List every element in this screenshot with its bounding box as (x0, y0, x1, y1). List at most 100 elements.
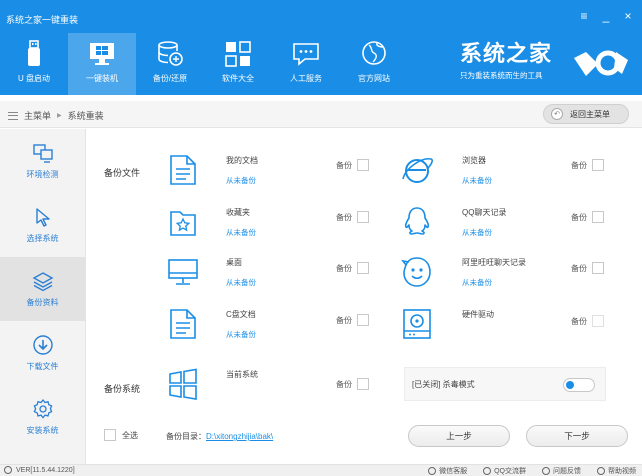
backup-label: 备份 (571, 263, 587, 273)
backup-directory-path-link[interactable]: D:\xitongzhijia\bak\ (206, 432, 273, 441)
info-icon (4, 466, 12, 474)
previous-step-button[interactable]: 上一步 (408, 425, 510, 447)
backup-checkbox-c-drive-documents[interactable] (357, 314, 369, 326)
layers-backup-icon (32, 272, 53, 292)
backup-directory: 备份目录：D:\xitongzhijia\bak\ (166, 431, 273, 442)
window-controls: ≡ _ × (578, 9, 634, 23)
backup-item-name: 硬件驱动 (462, 310, 494, 319)
top-navigation: U 盘启动 一键装机 备份/还原 软件大全 人工服务 官方网站 (0, 33, 408, 95)
nav-human-service[interactable]: 人工服务 (272, 33, 340, 95)
backup-label: 备份 (336, 212, 352, 222)
nav-label: 人工服务 (290, 74, 322, 83)
document-icon (170, 155, 196, 185)
app-grid-icon (225, 41, 251, 67)
window-menu-button[interactable]: ≡ (578, 9, 590, 23)
qq-penguin-icon (404, 207, 430, 235)
backup-item-name: 我的文档 (226, 156, 258, 165)
download-icon (32, 335, 53, 355)
backup-checkbox-row: 备份 (571, 315, 604, 327)
window-minimize-button[interactable]: _ (600, 9, 612, 23)
environment-check-icon (32, 144, 53, 163)
back-arrow-icon: ↶ (551, 108, 563, 120)
feedback-icon (542, 467, 550, 475)
backup-directory-label: 备份目录： (166, 432, 206, 441)
backup-checkbox-current-system[interactable] (357, 378, 369, 390)
sidebar-item-download-files[interactable]: 下载文件 (0, 321, 85, 385)
backup-item-status: 从未备份 (226, 176, 256, 185)
backup-checkbox-browser[interactable] (592, 159, 604, 171)
wechat-service-link[interactable]: 微信客服 (428, 466, 467, 476)
nav-usb-boot[interactable]: U 盘启动 (0, 33, 68, 95)
globe-icon (362, 41, 386, 65)
backup-item-status: 从未备份 (226, 278, 256, 287)
backup-checkbox-aliwangwang-chat[interactable] (592, 262, 604, 274)
backup-item-status: 从未备份 (462, 176, 492, 185)
desktop-icon (168, 259, 198, 285)
backup-item-name: 收藏夹 (226, 208, 250, 217)
nav-one-key-install[interactable]: 一键装机 (68, 33, 136, 95)
status-links: 微信客服 QQ交流群 问题反馈 帮助视频 (428, 466, 636, 476)
sidebar-item-install-system[interactable]: 安装系统 (0, 385, 85, 449)
brand-name: 系统之家 (460, 42, 553, 67)
wechat-icon (428, 467, 437, 475)
window-close-button[interactable]: × (622, 9, 634, 23)
select-all[interactable]: 全选 (104, 429, 138, 441)
sidebar-item-select-system[interactable]: 选择系统 (0, 193, 85, 257)
backup-panel: 备份文件 我的文档 从未备份 备份 收藏夹 从未备份 备份 桌面 从未备份 备份… (86, 129, 642, 464)
backup-item-name: C盘文档 (226, 310, 256, 319)
antivirus-mode-toggle[interactable] (563, 378, 595, 392)
breadcrumb: 主菜单 ▶ 系统重装 (8, 109, 104, 122)
nav-label: 软件大全 (222, 74, 254, 83)
backup-checkbox-qq-chat[interactable] (592, 211, 604, 223)
nav-official-site[interactable]: 官方网站 (340, 33, 408, 95)
backup-checkbox-my-documents[interactable] (357, 159, 369, 171)
ie-browser-icon (402, 158, 434, 183)
backup-checkbox-row: 备份 (336, 378, 369, 390)
video-icon (597, 467, 605, 475)
backup-checkbox-row: 备份 (571, 262, 604, 274)
brand: 系统之家 只为重装系统而生的工具 (460, 42, 552, 81)
favorites-folder-icon (170, 211, 196, 236)
nav-software[interactable]: 软件大全 (204, 33, 272, 95)
sidebar-item-label: 备份资料 (26, 298, 59, 307)
nav-label: 备份/还原 (152, 74, 188, 83)
nav-label: 一键装机 (86, 74, 118, 83)
windows-logo-icon (169, 368, 197, 400)
backup-label: 备份 (571, 212, 587, 222)
backup-checkbox-row: 备份 (571, 159, 604, 171)
next-step-button[interactable]: 下一步 (526, 425, 628, 447)
sidebar-item-environment-check[interactable]: 环境检测 (0, 129, 85, 193)
back-to-main-menu-button[interactable]: ↶ 返回主菜单 (543, 104, 629, 124)
breadcrumb-separator: ▶ (57, 113, 62, 119)
backup-item-status: 从未备份 (226, 228, 256, 237)
brand-slogan: 只为重装系统而生的工具 (460, 71, 543, 80)
app-title: 系统之家一键重装 (6, 15, 79, 25)
backup-item-status: 从未备份 (462, 228, 492, 237)
database-backup-icon (158, 41, 183, 66)
backup-system-section-title: 备份系统 (104, 384, 141, 394)
help-video-link[interactable]: 帮助视频 (597, 466, 636, 476)
qq-group-link[interactable]: QQ交流群 (483, 466, 526, 476)
sidebar-item-label: 选择系统 (26, 234, 59, 243)
feedback-link[interactable]: 问题反馈 (542, 466, 581, 476)
antivirus-mode-label: [已关闭] 杀毒模式 (412, 380, 475, 389)
backup-checkbox-favorites[interactable] (357, 211, 369, 223)
select-all-label: 全选 (122, 430, 138, 440)
backup-checkbox-desktop[interactable] (357, 262, 369, 274)
breadcrumb-home[interactable]: 主菜单 (24, 109, 51, 122)
backup-label: 备份 (571, 160, 587, 170)
backup-label: 备份 (336, 160, 352, 170)
nav-backup-restore[interactable]: 备份/还原 (136, 33, 204, 95)
backup-checkbox-hardware-driver[interactable] (592, 315, 604, 327)
select-all-checkbox[interactable] (104, 429, 116, 441)
sidebar-item-backup-data[interactable]: 备份资料 (0, 257, 85, 321)
title-bar: 系统之家一键重装 ≡ _ × U 盘启动 一键装机 备份/还原 软件大全 人工服… (0, 0, 642, 95)
sidebar-item-label: 环境检测 (26, 170, 59, 179)
backup-checkbox-row: 备份 (336, 211, 369, 223)
step-sidebar: 环境检测 选择系统 备份资料 下载文件 安装系统 (0, 129, 86, 464)
breadcrumb-current: 系统重装 (67, 111, 104, 121)
bottom-action-row: 全选 备份目录：D:\xitongzhijia\bak\ 上一步 下一步 (86, 425, 642, 449)
qq-icon (483, 467, 492, 475)
backup-item-name: 当前系统 (226, 370, 258, 379)
backup-label: 备份 (336, 263, 352, 273)
